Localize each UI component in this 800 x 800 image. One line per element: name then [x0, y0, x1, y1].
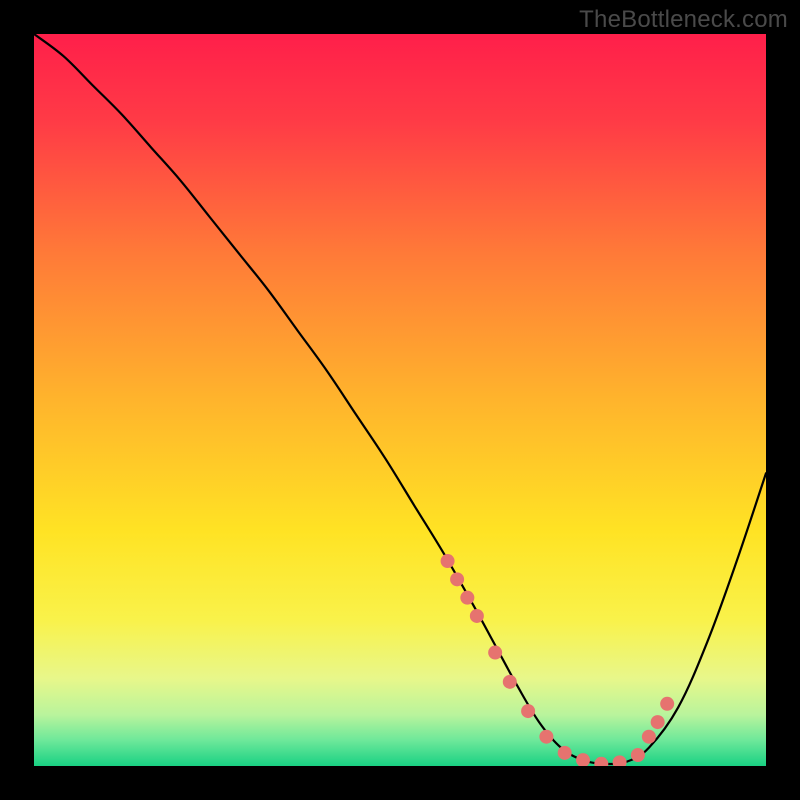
marker-dot: [488, 646, 502, 660]
marker-dot: [651, 715, 665, 729]
plot-area: [34, 34, 766, 766]
marker-dot: [503, 675, 517, 689]
marker-dot: [660, 697, 674, 711]
marker-dot: [450, 572, 464, 586]
marker-dot: [558, 746, 572, 760]
gradient-background: [34, 34, 766, 766]
marker-dot: [460, 591, 474, 605]
marker-dot: [539, 730, 553, 744]
chart-svg: [34, 34, 766, 766]
marker-dot: [631, 748, 645, 762]
chart-frame: TheBottleneck.com: [0, 0, 800, 800]
marker-dot: [470, 609, 484, 623]
watermark-text: TheBottleneck.com: [579, 6, 788, 34]
marker-dot: [441, 554, 455, 568]
marker-dot: [521, 704, 535, 718]
marker-dot: [642, 730, 656, 744]
